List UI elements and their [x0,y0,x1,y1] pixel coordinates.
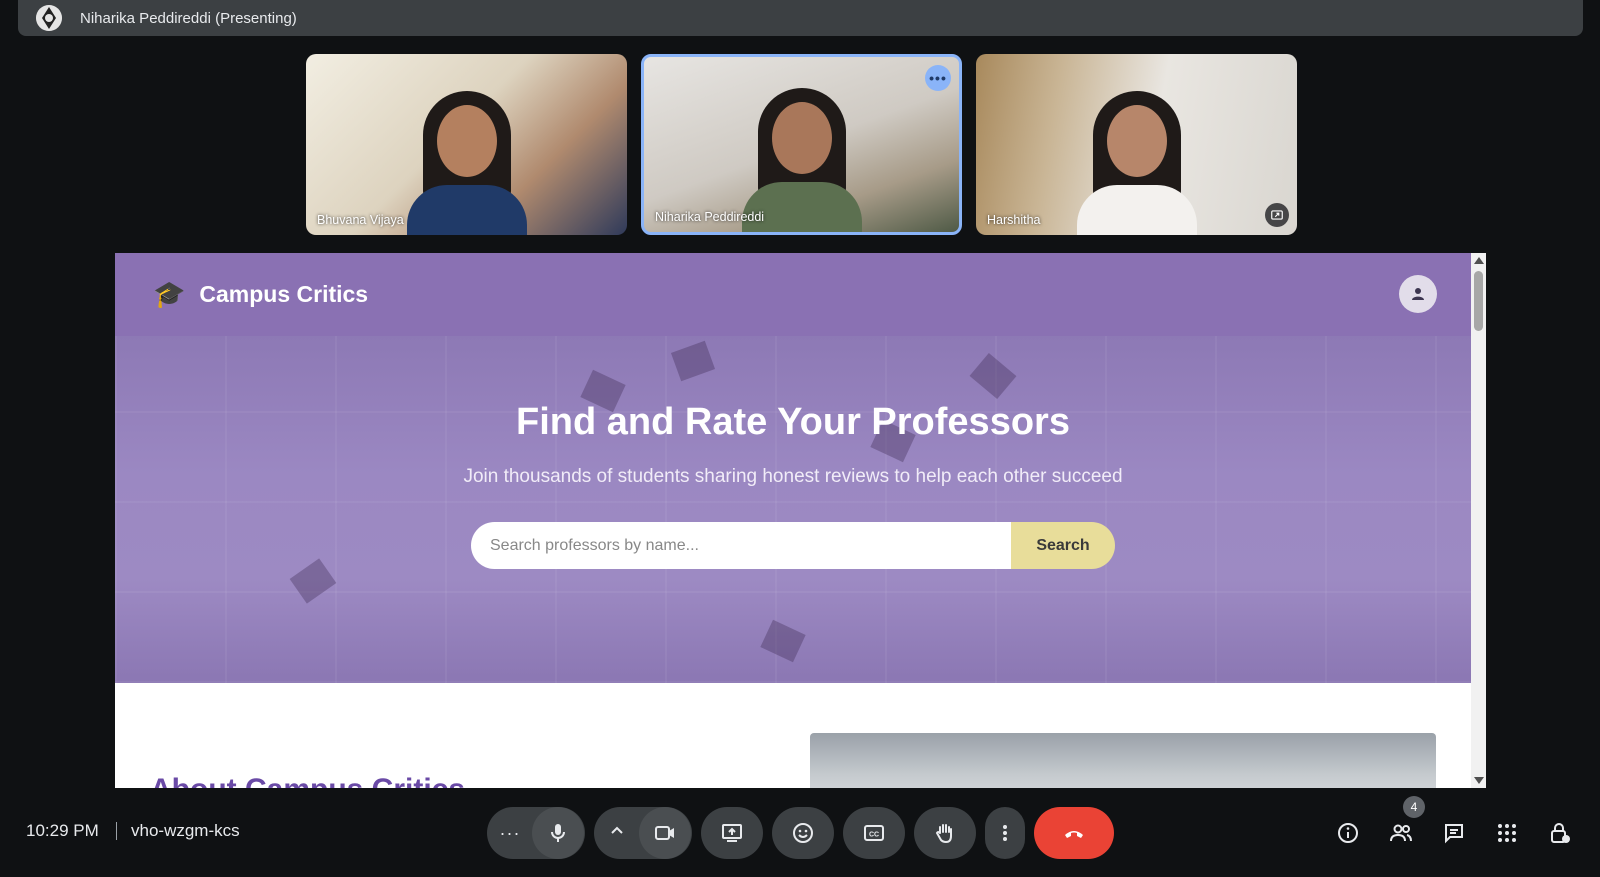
microphone-icon [551,824,565,842]
camera-button[interactable] [639,807,691,859]
site-title[interactable]: Campus Critics [199,281,368,308]
people-icon [1390,824,1412,842]
end-call-icon [1065,831,1083,838]
chat-icon [1445,824,1463,844]
participant-name: Harshitha [987,213,1041,227]
pip-icon[interactable] [1265,203,1289,227]
participant-count-badge: 4 [1403,796,1425,818]
more-options-icon[interactable]: ••• [925,65,951,91]
scroll-thumb[interactable] [1474,271,1483,331]
graduation-cap-icon: 🎓 [153,279,186,309]
activities-button[interactable] [1492,818,1522,848]
captions-button[interactable]: CC [843,807,905,859]
profile-button[interactable] [1399,275,1437,313]
search-bar: Search [471,522,1115,569]
scroll-down-icon[interactable] [1474,777,1484,784]
participant-video [406,85,527,235]
separator [116,822,117,840]
site-header: 🎓 Campus Critics [115,253,1471,336]
chevron-up-icon[interactable] [595,819,639,848]
emoji-icon [793,823,813,843]
hero-subtitle: Join thousands of students sharing hones… [463,466,1123,487]
about-title: About Campus Critics [150,773,465,788]
camera-icon [655,826,674,840]
present-button[interactable] [701,807,763,859]
raise-hand-icon [935,824,952,844]
emoji-button[interactable] [772,807,834,859]
info-icon [1338,823,1358,843]
audio-control-group: ··· [487,807,585,859]
end-call-button[interactable] [1034,807,1114,859]
meeting-code: vho-wzgm-kcs [131,821,240,840]
graduation-cap-decoration [760,619,806,663]
hero-section: Find and Rate Your Professors Join thous… [115,336,1471,683]
video-control-group [594,807,692,859]
meeting-info-button[interactable] [1333,818,1363,848]
raise-hand-button[interactable] [914,807,976,859]
meeting-time: 10:29 PM [26,821,99,840]
host-controls-button[interactable] [1545,818,1575,848]
chat-button[interactable] [1439,818,1469,848]
participant-video [1076,85,1197,235]
present-screen-icon [722,824,742,842]
more-horiz-icon[interactable]: ··· [488,823,532,844]
presenting-label: Niharika Peddireddi (Presenting) [80,9,297,27]
search-button[interactable]: Search [1011,522,1115,569]
shared-screen: 🎓 Campus Critics Find and Rate Your Prof… [115,253,1486,788]
scroll-up-icon[interactable] [1474,257,1484,264]
svg-text:CC: CC [869,832,879,839]
participant-tile-harshitha[interactable]: Harshitha [976,54,1297,235]
more-options-button[interactable] [985,807,1025,859]
scrollbar[interactable] [1471,253,1486,788]
apps-grid-icon [1498,824,1516,842]
participant-tile-niharika[interactable]: Niharika Peddireddi ••• [641,54,962,235]
graduation-cap-decoration [289,558,337,604]
graduation-cap-decoration [969,352,1017,400]
captions-icon: CC [864,825,884,841]
user-icon [1412,288,1424,300]
participant-name: Niharika Peddireddi [655,210,765,224]
host-controls-icon [1551,823,1570,843]
people-button[interactable] [1386,818,1416,848]
participant-tile-bhuvana[interactable]: Bhuvana Vijaya [306,54,627,235]
presenter-avatar [36,5,62,31]
graduation-cap-decoration [670,340,716,382]
more-vert-icon [1003,825,1007,841]
search-input[interactable] [471,522,1011,569]
presenting-bar: Niharika Peddireddi (Presenting) [18,0,1583,36]
microphone-button[interactable] [532,807,584,859]
participant-name: Bhuvana Vijaya [317,213,404,227]
campus-image [810,733,1436,788]
hero-title: Find and Rate Your Professors [516,401,1070,443]
